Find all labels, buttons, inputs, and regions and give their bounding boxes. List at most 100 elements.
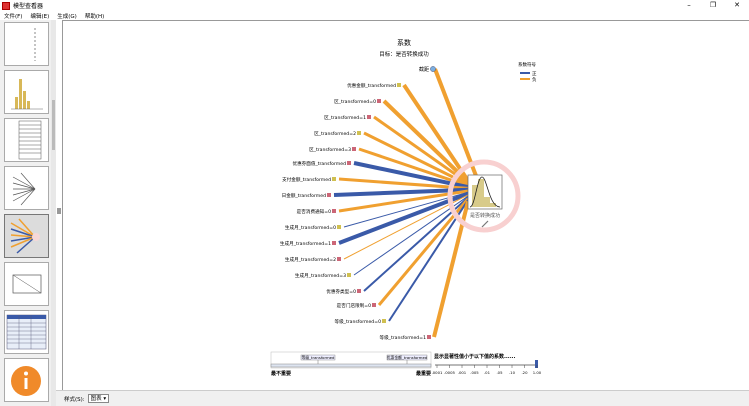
slider-left-tag: 等级_transformed	[302, 355, 335, 360]
significance-slider[interactable]: 显示显著性值小于以下值的系数...... .0001.0005.001.005.…	[432, 353, 542, 375]
field-type-icon-3	[357, 131, 361, 135]
thumbnail-predictor-importance[interactable]	[4, 166, 49, 210]
coef-label-0[interactable]: 优惠金额_transformed	[347, 82, 396, 89]
coef-label-1[interactable]: 区_transformed=0	[334, 99, 376, 105]
coefficient-chart: 系数 目标：是否转换成功 系数符号 正 负 截距优惠金额_transformed…	[270, 38, 542, 377]
field-type-icon-9	[337, 225, 341, 229]
sidebar-scrollbar[interactable]	[51, 20, 56, 406]
coef-label-8[interactable]: 是否消费通知=0	[297, 208, 331, 215]
slider-right-tag: 优惠金额_transformed	[387, 355, 428, 360]
coef-label-16[interactable]: 等级_transformed=1	[379, 334, 426, 341]
thumbnail-info[interactable]	[4, 358, 49, 402]
status-bar: 样式(S): 图表 ▾	[56, 390, 749, 406]
sidebar-scrollbar-thumb[interactable]	[52, 100, 55, 150]
field-type-icon-2	[367, 115, 371, 119]
window-title: 模型查看器	[13, 3, 44, 10]
menu-edit[interactable]: 编辑(E)	[30, 12, 49, 20]
field-type-icon-16	[427, 335, 431, 339]
sig-tick-label-8: 1.00	[533, 370, 542, 375]
menu-bar: 文件(F) 编辑(E) 生成(G) 帮助(H)	[0, 11, 749, 20]
slider-max-caption: 最重要	[416, 370, 431, 377]
target-node[interactable]: 是否转换成功	[467, 174, 503, 219]
field-type-icon-11	[337, 257, 341, 261]
thumbnail-table[interactable]	[4, 118, 49, 162]
coef-label-11[interactable]: 生成月_transformed=2	[285, 256, 336, 263]
target-label: 是否转换成功	[470, 212, 500, 219]
significance-ticks: .0001.0005.001.005 .01 .05 .10 .20 1.00	[432, 365, 542, 375]
field-type-icon-6	[332, 177, 336, 181]
sig-tick-label-1: .0005	[444, 370, 455, 375]
field-type-icon-10	[332, 241, 336, 245]
sig-tick-label-0: .0001	[432, 370, 443, 375]
field-type-icon-14	[372, 303, 376, 307]
field-type-icon-12	[347, 273, 351, 277]
minimize-button[interactable]: –	[677, 0, 701, 11]
field-type-icon-13	[357, 289, 361, 293]
coef-label-4[interactable]: 区_transformed=3	[309, 147, 351, 153]
legend: 系数符号 正 负	[518, 61, 537, 83]
thumbnail-residual[interactable]	[4, 262, 49, 306]
coef-line-1[interactable]	[382, 99, 470, 184]
field-type-icon-1	[377, 99, 381, 103]
chart-subtitle: 目标：是否转换成功	[379, 50, 429, 58]
field-type-icon-5	[347, 161, 351, 165]
slider-track[interactable]	[270, 363, 432, 368]
significance-caption: 显示显著性值小于以下值的系数......	[434, 353, 515, 360]
target-bar-3	[484, 197, 490, 207]
menu-file[interactable]: 文件(F)	[4, 12, 22, 20]
significance-handle[interactable]	[535, 360, 538, 368]
pencil-icon	[481, 220, 489, 228]
coef-label-9[interactable]: 生成月_transformed=0	[285, 224, 336, 231]
sig-tick-label-5: .05	[496, 370, 503, 375]
legend-negative-label: 负	[532, 76, 537, 83]
close-button[interactable]: ✕	[725, 0, 749, 11]
menu-generate[interactable]: 生成(G)	[57, 12, 77, 20]
style-select-value: 图表	[90, 396, 102, 402]
sig-tick-label-2: .001	[458, 370, 467, 375]
legend-positive-label: 正	[532, 71, 537, 77]
style-select[interactable]: 图表 ▾	[87, 394, 110, 403]
target-bar-2	[478, 179, 484, 207]
sig-tick-label-3: .005	[470, 370, 479, 375]
window-controls: – ❐ ✕	[677, 0, 749, 11]
thumbnail-grid-table[interactable]	[4, 310, 49, 354]
thumbnail-model-summary[interactable]	[4, 22, 49, 66]
field-type-icon-0	[397, 83, 401, 87]
chart-title: 系数	[397, 38, 411, 47]
thumbnail-coefficients[interactable]	[4, 214, 49, 258]
maximize-button[interactable]: ❐	[701, 0, 725, 11]
field-type-icon-8	[332, 209, 336, 213]
coef-label-5[interactable]: 优惠券面值_transformed	[292, 160, 346, 167]
intercept-icon	[430, 66, 436, 72]
splitter-handle[interactable]	[57, 208, 61, 214]
chart-panel: 系数 目标：是否转换成功 系数符号 正 负 截距优惠金额_transformed…	[62, 20, 749, 390]
coef-label-15[interactable]: 等级_transformed=0	[334, 318, 381, 325]
model-viewer-window: 模型查看器 – ❐ ✕ 文件(F) 编辑(E) 生成(G) 帮助(H) 系数 目…	[0, 0, 749, 406]
menu-help[interactable]: 帮助(H)	[85, 12, 104, 20]
coef-label-intercept[interactable]: 截距	[419, 66, 429, 73]
sig-tick-label-4: .01	[484, 370, 491, 375]
coef-label-3[interactable]: 区_transformed=2	[314, 131, 356, 137]
importance-slider[interactable]: 等级_transformed 优惠金额_transformed 最不重要 最重要	[270, 351, 432, 377]
app-icon	[2, 1, 10, 10]
coef-label-6[interactable]: 支付金额_transformed	[282, 176, 331, 183]
coef-label-13[interactable]: 优惠券类型=0	[326, 288, 356, 295]
coef-label-10[interactable]: 生成月_transformed=1	[280, 240, 331, 247]
sig-tick-label-7: .20	[521, 370, 528, 375]
coef-label-7[interactable]: 日金额_transformed	[282, 192, 326, 199]
coef-line-2[interactable]	[373, 115, 469, 185]
coef-label-14[interactable]: 是否门店限制=0	[337, 302, 371, 309]
thumbnail-sidebar	[0, 20, 56, 406]
slider-min-caption: 最不重要	[271, 370, 291, 377]
sig-tick-label-6: .10	[509, 370, 516, 375]
coefficient-lines: 截距优惠金额_transformed 区_transformed=0 区_trans…	[280, 66, 489, 341]
field-type-icon-4	[352, 147, 356, 151]
coef-label-12[interactable]: 生成月_transformed=3	[295, 272, 346, 279]
legend-title: 系数符号	[518, 61, 536, 68]
thumbnail-histogram[interactable]	[4, 70, 49, 114]
field-type-icon-7	[327, 193, 331, 197]
coef-label-2[interactable]: 区_transformed=1	[324, 115, 366, 121]
field-type-icon-15	[382, 319, 386, 323]
title-bar: 模型查看器 – ❐ ✕	[0, 0, 749, 11]
style-label: 样式(S):	[64, 396, 85, 403]
